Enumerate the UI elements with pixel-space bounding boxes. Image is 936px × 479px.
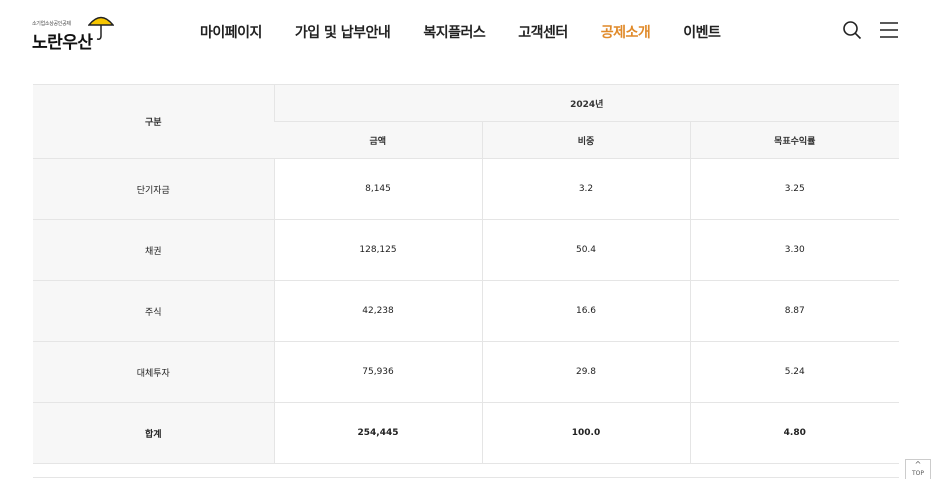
hamburger-menu-icon[interactable] <box>880 22 898 38</box>
divider <box>33 477 899 478</box>
row-label: 단기자금 <box>33 158 274 220</box>
cell-ratio: 50.4 <box>481 219 690 281</box>
table-row: 채권 128,125 50.4 3.30 <box>33 219 899 281</box>
scroll-top-button[interactable]: ^ TOP <box>905 459 931 479</box>
nav-item-welfare-plus[interactable]: 복지플러스 <box>423 22 485 42</box>
logo[interactable]: 소기업소상공인공제 노란우산 <box>32 12 122 53</box>
cell-amount: 128,125 <box>273 219 482 281</box>
header-target-return: 목표수익률 <box>689 121 899 159</box>
cell-target: 8.87 <box>689 280 899 342</box>
header-category: 구분 <box>33 84 274 159</box>
cell-ratio: 3.2 <box>481 158 690 220</box>
table-row: 주식 42,238 16.6 8.87 <box>33 280 899 342</box>
cell-ratio: 29.8 <box>481 341 690 403</box>
nav-item-customer-center[interactable]: 고객센터 <box>518 22 568 42</box>
portfolio-table-wrapper: 구분 2024년 금액 비중 목표수익률 단기자금 8,145 3.2 3.25… <box>33 84 899 464</box>
chevron-up-icon: ^ <box>914 460 922 469</box>
header-amount: 금액 <box>274 121 482 159</box>
site-header: 소기업소상공인공제 노란우산 마이페이지 가입 및 납부안내 복지플러스 고객센… <box>0 0 936 66</box>
table-row: 단기자금 8,145 3.2 3.25 <box>33 158 899 220</box>
logo-subtitle: 소기업소상공인공제 <box>32 21 71 27</box>
cell-target: 4.80 <box>689 402 899 464</box>
table-row: 대체투자 75,936 29.8 5.24 <box>33 341 899 403</box>
main-nav: 마이페이지 가입 및 납부안내 복지플러스 고객센터 공제소개 이벤트 <box>200 22 753 42</box>
search-icon[interactable] <box>842 20 862 40</box>
cell-target: 3.25 <box>689 158 899 220</box>
cell-amount: 8,145 <box>273 158 482 220</box>
nav-item-event[interactable]: 이벤트 <box>683 22 721 42</box>
logo-title: 노란우산 <box>32 33 93 53</box>
table-row-total: 합계 254,445 100.0 4.80 <box>33 402 899 464</box>
scroll-top-label: TOP <box>911 470 924 477</box>
portfolio-table: 구분 2024년 금액 비중 목표수익률 단기자금 8,145 3.2 3.25… <box>33 84 899 464</box>
cell-target: 3.30 <box>689 219 899 281</box>
row-label: 채권 <box>33 219 274 281</box>
cell-amount: 254,445 <box>273 402 482 464</box>
row-label: 합계 <box>33 402 274 464</box>
nav-item-mypage[interactable]: 마이페이지 <box>200 22 262 42</box>
nav-item-about[interactable]: 공제소개 <box>601 22 651 42</box>
cell-amount: 75,936 <box>273 341 482 403</box>
cell-ratio: 100.0 <box>481 402 690 464</box>
row-label: 주식 <box>33 280 274 342</box>
cell-ratio: 16.6 <box>481 280 690 342</box>
header-year: 2024년 <box>273 84 899 122</box>
row-label: 대체투자 <box>33 341 274 403</box>
cell-amount: 42,238 <box>273 280 482 342</box>
cell-target: 5.24 <box>689 341 899 403</box>
header-ratio: 비중 <box>481 121 690 159</box>
umbrella-icon <box>88 16 114 40</box>
nav-item-join-payment[interactable]: 가입 및 납부안내 <box>295 22 391 42</box>
